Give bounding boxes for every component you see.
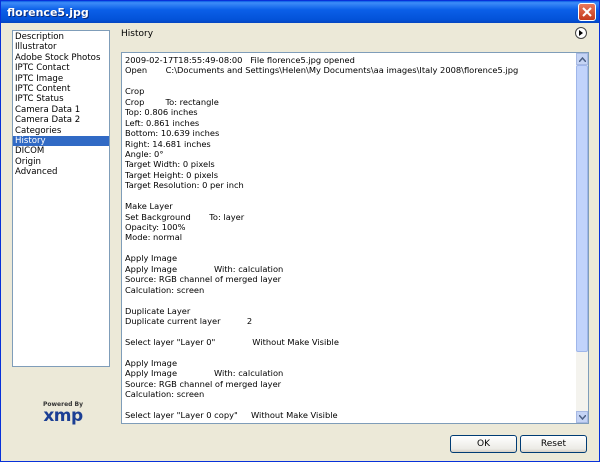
history-line: Set Background To: layer (125, 211, 245, 222)
history-line: Opacity: 100% (125, 222, 186, 232)
sidebar-item-illustrator[interactable]: Illustrator (13, 42, 109, 52)
title-bar[interactable]: florence5.jpg (1, 1, 599, 23)
history-line: Source: RGB channel of merged layer (125, 378, 282, 389)
reset-button[interactable]: Reset (520, 435, 587, 453)
history-log: 2009-02-17T18:55:49-08:00 File florence5… (125, 55, 573, 420)
close-button[interactable] (578, 3, 596, 21)
history-line: Right: 14.681 inches (125, 138, 211, 149)
history-line: Apply Image (125, 357, 178, 368)
history-line (125, 76, 573, 86)
category-list[interactable]: Description Illustrator Adobe Stock Phot… (12, 30, 110, 367)
history-line: Top: 0.806 inches (125, 107, 198, 118)
flyout-menu-button[interactable] (575, 27, 587, 39)
sidebar-item-dicom[interactable]: DICOM (13, 146, 109, 156)
history-line: Bottom: 10.639 inches (125, 128, 220, 139)
history-line: Duplicate current layer 2 (125, 315, 253, 326)
history-line: Angle: 0° (125, 148, 164, 159)
history-line: Target Width: 0 pixels (125, 159, 215, 170)
sidebar-item-iptc-status[interactable]: IPTC Status (13, 94, 109, 104)
history-line (125, 191, 573, 201)
history-line: Target Height: 0 pixels (125, 169, 219, 180)
sidebar-item-camera-data-1[interactable]: Camera Data 1 (13, 105, 109, 115)
sidebar-item-camera-data-2[interactable]: Camera Data 2 (13, 115, 109, 125)
vertical-scrollbar[interactable] (576, 53, 588, 423)
history-line (125, 295, 573, 305)
sidebar-item-categories[interactable]: Categories (13, 126, 109, 136)
history-line: Crop To: rectangle (125, 96, 219, 107)
arrow-up-icon (578, 56, 586, 62)
history-line: Calculation: screen (125, 284, 205, 295)
history-line: Select layer "Layer 0" Without Make Visi… (125, 336, 339, 347)
sidebar-item-advanced[interactable]: Advanced (13, 167, 109, 177)
history-line: Crop (125, 86, 145, 97)
sidebar-item-iptc-content[interactable]: IPTC Content (13, 84, 109, 94)
history-line: Open C:\Documents and Settings\Helen\My … (125, 65, 519, 76)
window-title: florence5.jpg (7, 5, 89, 19)
scroll-down-button[interactable] (576, 411, 588, 423)
history-line (125, 399, 573, 409)
sidebar-item-history[interactable]: History (13, 135, 109, 147)
history-line (125, 347, 573, 357)
close-icon (582, 7, 592, 17)
history-line (125, 326, 573, 336)
history-line: Target Resolution: 0 per inch (125, 180, 244, 191)
history-line: 2009-02-17T18:55:49-08:00 File florence5… (125, 55, 355, 65)
arrow-down-icon (578, 414, 586, 420)
history-text-area[interactable]: 2009-02-17T18:55:49-08:00 File florence5… (121, 52, 589, 424)
history-line: Left: 0.861 inches (125, 117, 200, 128)
scroll-thumb[interactable] (576, 65, 588, 352)
history-line: Mode: normal (125, 232, 183, 243)
history-line (125, 243, 573, 253)
history-line: Make Layer (125, 201, 173, 212)
flyout-menu-icon (579, 30, 583, 36)
history-line: Apply Image With: calculation (125, 263, 284, 274)
ok-button[interactable]: OK (450, 435, 517, 453)
logo-brand: xmp (43, 406, 83, 426)
sidebar-item-description[interactable]: Description (13, 32, 109, 42)
sidebar-item-iptc-image[interactable]: IPTC Image (13, 74, 109, 84)
sidebar-item-origin[interactable]: Origin (13, 157, 109, 167)
history-line: Apply Image (125, 253, 178, 264)
panel-title: History (121, 29, 154, 39)
history-line: Source: RGB channel of merged layer (125, 274, 282, 285)
history-line: Duplicate Layer (125, 305, 191, 316)
scroll-up-button[interactable] (576, 53, 588, 65)
history-line: Calculation: screen (125, 389, 205, 399)
sidebar-item-adobe-stock-photos[interactable]: Adobe Stock Photos (13, 53, 109, 63)
history-line: Select layer "Layer 0 copy" Without Make… (125, 409, 338, 420)
xmp-logo: Powered By xmp (37, 401, 89, 427)
file-info-dialog: florence5.jpg Description Illustrator Ad… (0, 0, 600, 462)
history-line: Apply Image With: calculation (125, 368, 284, 379)
sidebar-item-iptc-contact[interactable]: IPTC Contact (13, 63, 109, 73)
